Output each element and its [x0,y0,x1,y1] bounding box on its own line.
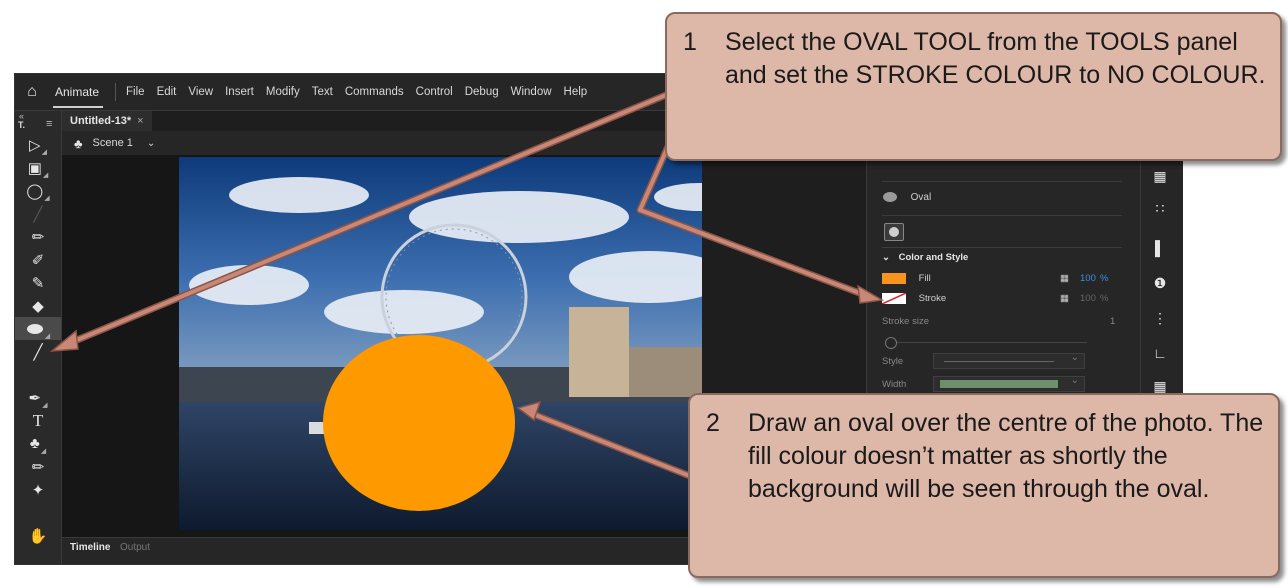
stroke-row: Stroke ▦ 100 % [881,292,1127,305]
lasso-tool-icon[interactable]: ◯ ◢ [15,179,61,203]
fill-swatch[interactable] [882,273,906,284]
fill-label: Fill [918,273,931,285]
menu-debug[interactable]: Debug [465,86,499,98]
orange-oval[interactable] [323,335,515,511]
tab-untitled-13[interactable]: Untitled-13* × [62,111,152,131]
scene-label: Scene 1 [92,137,133,149]
callout-1-number: 1 [683,28,697,56]
stroke-unit: % [1100,293,1109,304]
stroke-size-slider-handle[interactable] [885,337,897,349]
chevron-down-icon: ⌄ [882,252,890,263]
brush-tool-icon[interactable]: ✏ [15,225,61,248]
tab-output[interactable]: Output [120,542,150,553]
chevron-down-icon-2: ⌄ [1070,352,1079,363]
spacer-icon-2 [15,501,61,524]
tools-panel: « T. ≡ ▷ ◢ ▣ ◢ ◯ ◢ ╱ ✏ ✐ ✎ ◆ ◢ ╱ ✒ ◢ T ♣ ◢ ✏ … [15,111,62,564]
free-transform-tool-icon[interactable]: ▣ ◢ [15,156,61,180]
pin-tool-icon[interactable]: ✦ [15,478,61,501]
stroke-size-row: Stroke size 1 [882,316,1127,327]
section-title: Color and Style [898,252,969,263]
divider [882,181,1122,182]
chevron-down-icon-3: ⌄ [1070,375,1079,386]
stroke-size-label: Stroke size [882,316,929,327]
object-drawing-mode-button[interactable] [884,223,904,241]
eyedropper-tool-icon[interactable]: ✏ [15,455,61,478]
style-dropdown[interactable]: ⌄ [933,352,1085,369]
divider-2 [882,215,1122,216]
menu-window[interactable]: Window [511,86,552,98]
paint-bucket-tool-icon[interactable]: ♣ ◢ [15,432,61,455]
menu-separator [115,83,117,101]
style-preview [944,361,1054,362]
width-tool-icon[interactable]: ╱ [15,202,61,225]
stroke-size-slider-track[interactable] [897,342,1087,343]
section-header[interactable]: ⌄ Color and Style [882,252,968,263]
style-label: Style [882,356,904,367]
stroke-percent[interactable]: 100 [1080,293,1096,304]
transform-icon[interactable]: ∷ [1143,200,1177,217]
menu-text[interactable]: Text [312,86,333,98]
callout-2-text: Draw an oval over the centre of the phot… [748,409,1264,503]
line-tool-icon[interactable]: ╱ [15,340,61,363]
pencil-tool-icon[interactable]: ✎ [15,271,61,294]
tools-panel-label: T. [18,120,26,130]
menu-control[interactable]: Control [416,86,453,98]
pen-tool-icon[interactable]: ✒ ◢ [15,386,61,410]
menu-insert[interactable]: Insert [225,86,254,98]
stroke-size-value[interactable]: 1 [1110,316,1115,327]
info-icon[interactable]: ❶ [1143,275,1177,292]
tool-row: Oval [882,191,931,203]
close-icon[interactable]: × [137,115,143,127]
callout-1-text: Select the OVAL TOOL from the TOOLS pane… [725,28,1266,89]
menu-help[interactable]: Help [564,86,588,98]
spacer-icon [15,363,61,386]
tab-timeline[interactable]: Timeline [70,542,110,553]
oval-icon [883,192,897,202]
panel-menu-icon[interactable]: ≡ [46,118,52,130]
app-name-tab[interactable]: Animate [49,74,113,110]
menu-file[interactable]: File [126,86,145,98]
eraser-tool-icon[interactable]: ◆ [15,294,61,317]
tab-title: Untitled-13* [70,115,132,127]
width-dropdown[interactable]: ⌄ [933,375,1085,392]
width-label: Width [882,379,907,390]
checker-icon-2: ▦ [1060,293,1069,304]
callout-step-2: 2 Draw an oval over the centre of the ph… [688,393,1280,578]
home-icon[interactable]: ⌂ [15,83,49,101]
menu-edit[interactable]: Edit [157,86,177,98]
fill-unit: % [1100,273,1109,284]
paint-brush-tool-icon[interactable]: ✐ [15,248,61,271]
menu-view[interactable]: View [188,86,213,98]
stage[interactable] [62,155,702,537]
width-preview [940,380,1058,388]
hand-tool-icon[interactable]: ✋ [15,524,61,547]
motion-presets-icon[interactable]: ⋮ [1143,310,1177,327]
selection-tool-icon[interactable]: ▷ ◢ [15,133,61,157]
divider-3 [882,247,1122,248]
orange-oval-drawing[interactable] [62,155,702,537]
drawing-mode-icon [889,227,899,237]
chevron-down-icon[interactable]: ⌄ [147,138,155,149]
menu-commands[interactable]: Commands [345,86,404,98]
fill-percent[interactable]: 100 [1080,273,1096,284]
no-color-stroke-swatch[interactable] [881,292,907,305]
graph-icon[interactable]: ∟ [1143,345,1177,361]
oval-tool-icon[interactable]: ◢ [15,317,61,340]
tool-name: Oval [910,191,932,203]
scene-bar: ♣ Scene 1 ⌄ [62,131,702,155]
scene-icon: ♣ [74,135,83,151]
tools-panel-header: « T. ≡ [15,111,61,133]
menu-modify[interactable]: Modify [266,86,300,98]
library-icon[interactable]: ▦ [1143,168,1177,185]
text-tool-icon[interactable]: T [15,409,61,432]
callout-2-number: 2 [706,409,720,437]
checker-icon: ▦ [1060,273,1069,284]
stroke-label: Stroke [918,293,947,305]
fill-row: Fill ▦ 100 % [882,273,1127,284]
align-icon[interactable]: ▌ [1143,240,1177,256]
oval-shape-icon [26,323,43,334]
callout-step-1: 1 Select the OVAL TOOL from the TOOLS pa… [665,12,1282,161]
